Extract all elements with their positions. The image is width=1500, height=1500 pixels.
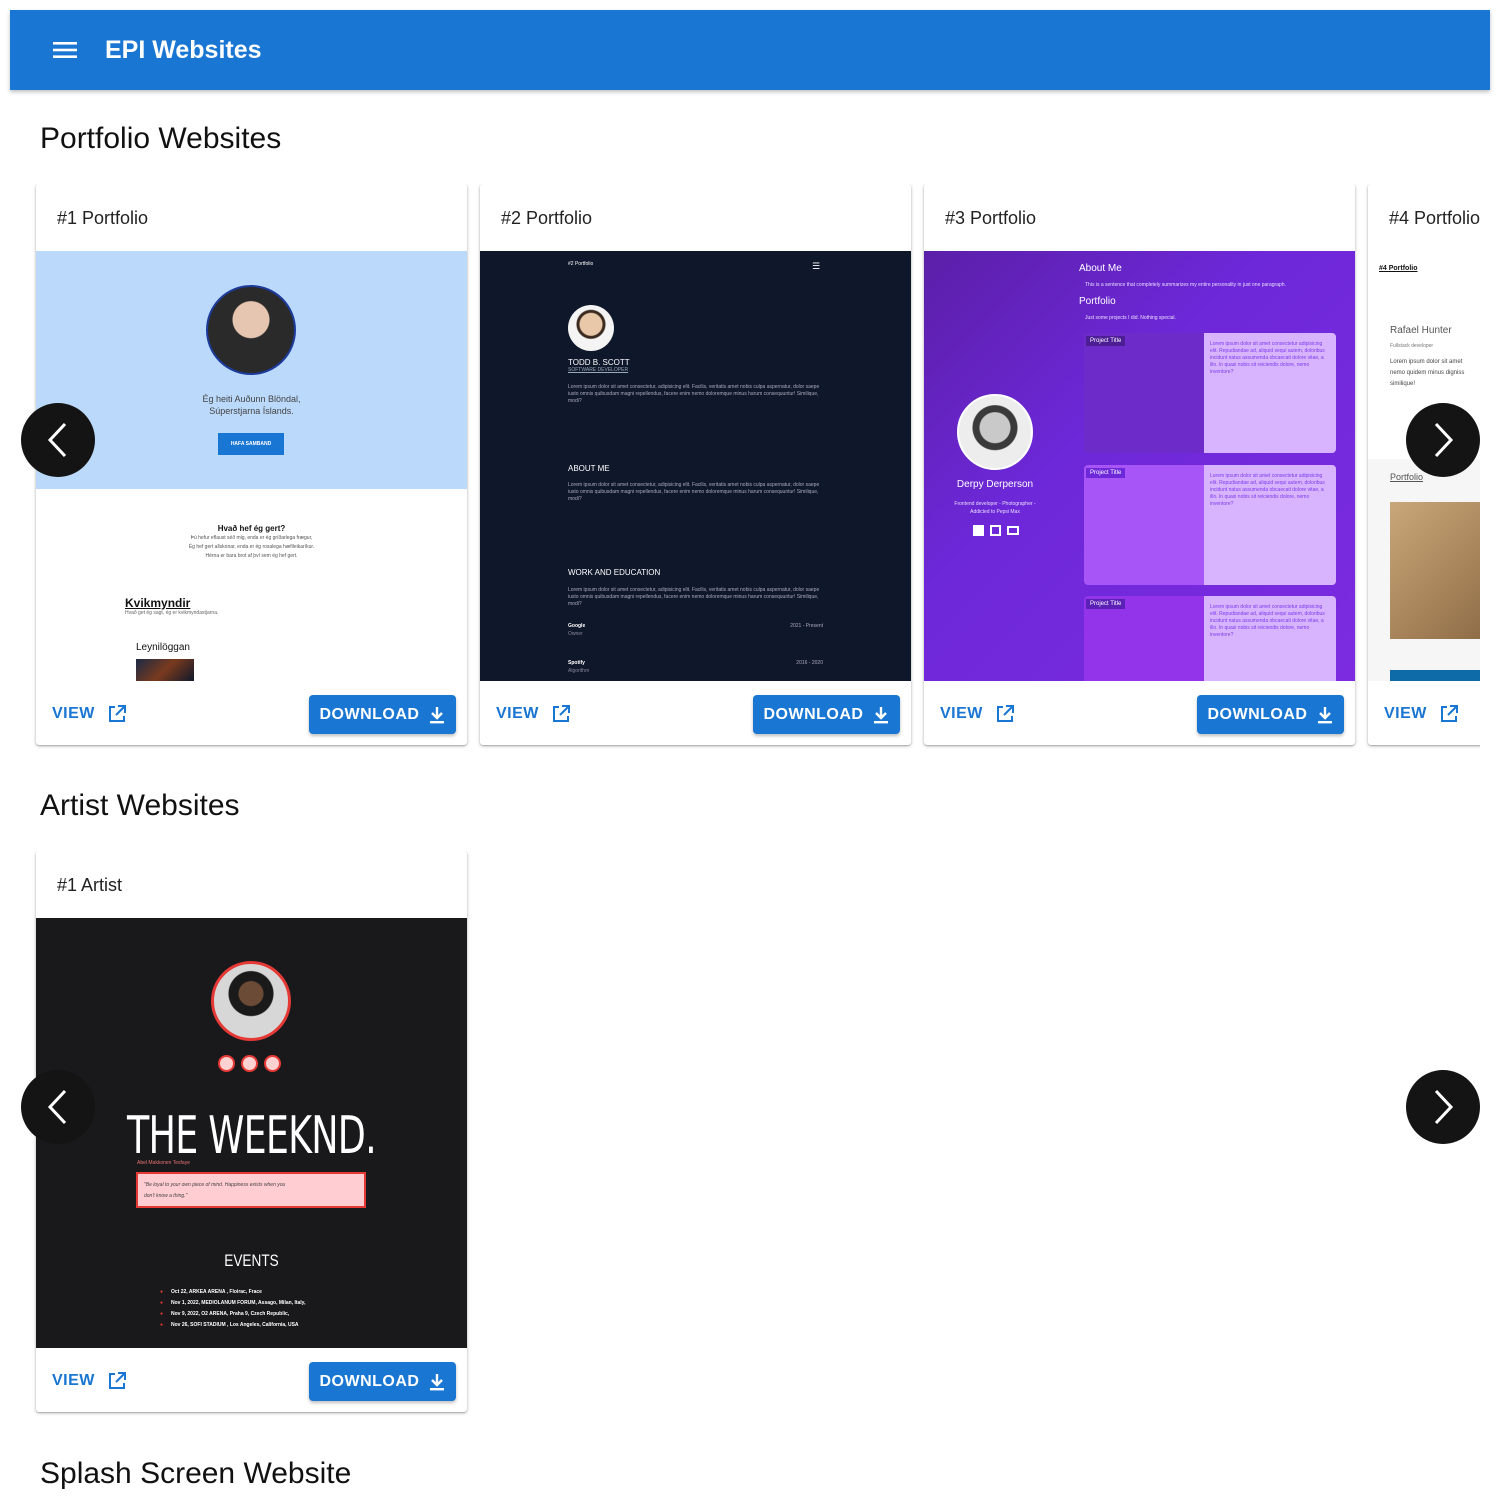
open-in-new-icon xyxy=(108,705,126,722)
artist-next-button[interactable] xyxy=(1406,1070,1480,1144)
view-button[interactable]: VIEW xyxy=(52,696,127,732)
spotify-icon xyxy=(241,1055,258,1072)
download-icon xyxy=(430,706,445,723)
download-button[interactable]: DOWNLOAD xyxy=(309,1362,456,1401)
app-title: EPI Websites xyxy=(105,35,262,64)
profile-photo xyxy=(957,394,1033,470)
portfolio-photo xyxy=(1390,502,1480,639)
download-button[interactable]: DOWNLOAD xyxy=(309,695,456,734)
movie-item: Leynilöggan xyxy=(136,642,190,653)
artist-prev-button[interactable] xyxy=(21,1070,95,1144)
events-heading: EVENTS xyxy=(224,1251,279,1270)
card-preview: THE WEEKND. Abel Makkonen Tesfaye "Be lo… xyxy=(36,918,467,1348)
card-preview: About Me This is a sentence that complet… xyxy=(924,251,1355,681)
download-button[interactable]: DOWNLOAD xyxy=(753,695,900,734)
download-icon xyxy=(874,706,889,723)
mail-icon xyxy=(1007,526,1019,535)
card-title: #3 Portfolio xyxy=(945,208,1037,228)
section-title-artist: Artist Websites xyxy=(40,789,240,822)
artist-photo xyxy=(211,961,291,1041)
events-list: ● Oct 22, ARKEA ARENA , Floirac, Frace ● N… xyxy=(160,1289,306,1328)
movie-thumbnail xyxy=(136,659,194,681)
chevron-right-icon xyxy=(1434,422,1454,458)
portfolio-card-3: #3 Portfolio About Me This is a sentence… xyxy=(924,184,1355,745)
card-preview: Ég heiti Auðunn Blöndal, Súperstjarna Ís… xyxy=(36,251,467,681)
hamburger-menu-icon xyxy=(53,42,77,58)
card-title: #4 Portfolio xyxy=(1389,208,1480,228)
facebook-icon xyxy=(973,525,984,536)
portfolio-prev-button[interactable] xyxy=(21,403,95,477)
project-card: Project Title Lorem ipsum dolor sit amet… xyxy=(1084,465,1336,585)
view-button[interactable]: VIEW xyxy=(1384,696,1459,732)
portfolio-carousel: #1 Portfolio Ég heiti Auðunn Blöndal, Sú… xyxy=(0,184,1480,754)
open-in-new-icon xyxy=(1440,705,1458,722)
download-button[interactable]: DOWNLOAD xyxy=(1197,695,1344,734)
intro-text: Ég heiti Auðunn Blöndal, xyxy=(202,394,301,404)
menu-icon: ☰ xyxy=(812,261,821,271)
chevron-left-icon xyxy=(47,1089,67,1125)
artist-name: THE WEEKND. xyxy=(127,1106,377,1166)
card-title: #1 Artist xyxy=(57,875,123,895)
social-icons xyxy=(973,525,1019,536)
view-button[interactable]: VIEW xyxy=(940,696,1015,732)
section-heading: Hvað hef ég gert? xyxy=(217,524,286,533)
open-in-new-icon xyxy=(996,705,1014,722)
intro-text: Súperstjarna Íslands. xyxy=(209,406,294,416)
movies-heading: Kvikmyndir xyxy=(125,596,191,610)
card-title: #1 Portfolio xyxy=(57,208,149,228)
download-icon xyxy=(430,1373,445,1390)
card-title: #2 Portfolio xyxy=(501,208,593,228)
portfolio-card-1: #1 Portfolio Ég heiti Auðunn Blöndal, Sú… xyxy=(36,184,467,745)
youtube-icon xyxy=(264,1055,281,1072)
app-bar: EPI Websites xyxy=(10,10,1490,90)
chevron-right-icon xyxy=(1434,1089,1454,1125)
portfolio-next-button[interactable] xyxy=(1406,403,1480,477)
hamburger-menu-button[interactable] xyxy=(43,28,87,72)
view-button[interactable]: VIEW xyxy=(52,1363,127,1399)
instagram-icon xyxy=(990,525,1001,536)
contact-button: HAFA SAMBAND xyxy=(218,433,284,455)
social-icons xyxy=(218,1055,281,1072)
artist-carousel: #1 Artist THE WEEKND. Abel Makkonen Tesf… xyxy=(0,851,1480,1421)
section-title-portfolio: Portfolio Websites xyxy=(40,122,282,155)
download-icon xyxy=(1318,706,1333,723)
portfolio-card-2: #2 Portfolio #2 Portfolio ☰ TODD B. SCOT… xyxy=(480,184,911,745)
quote-box: "Be loyal to your own piece of mind. Hap… xyxy=(136,1172,366,1208)
profile-photo xyxy=(568,305,614,351)
chevron-left-icon xyxy=(47,422,67,458)
profile-photo xyxy=(206,285,296,375)
artist-card-1: #1 Artist THE WEEKND. Abel Makkonen Tesf… xyxy=(36,851,467,1412)
open-in-new-icon xyxy=(552,705,570,722)
view-button[interactable]: VIEW xyxy=(496,696,571,732)
project-card: Project Title Lorem ipsum dolor sit amet… xyxy=(1084,596,1336,681)
card-preview: #2 Portfolio ☰ TODD B. SCOTT SOFTWARE DE… xyxy=(480,251,911,681)
instagram-icon xyxy=(218,1055,235,1072)
section-title-splash: Splash Screen Website xyxy=(40,1457,352,1490)
open-in-new-icon xyxy=(108,1372,126,1389)
project-card: Project Title Lorem ipsum dolor sit amet… xyxy=(1084,333,1336,453)
